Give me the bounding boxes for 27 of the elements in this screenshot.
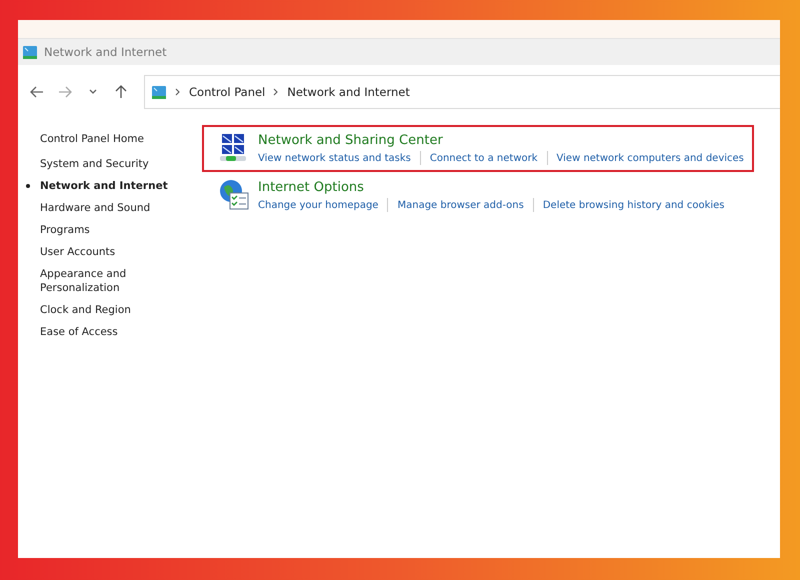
control-panel-icon: [22, 44, 38, 60]
sidebar-item[interactable]: System and Security: [40, 157, 175, 171]
sidebar-item[interactable]: User Accounts: [40, 245, 175, 259]
task-link[interactable]: Connect to a network: [430, 152, 538, 164]
selected-bullet-icon: [26, 184, 30, 188]
sidebar-item[interactable]: Clock and Region: [40, 303, 175, 317]
sidebar-link[interactable]: Control Panel Home: [40, 131, 186, 147]
category-title[interactable]: Network and Sharing Center: [258, 132, 744, 149]
globe-checklist-icon: [218, 179, 250, 211]
sidebar-item[interactable]: Ease of Access: [40, 325, 175, 339]
chevron-right-icon: [273, 88, 280, 96]
task-link[interactable]: View network status and tasks: [258, 152, 411, 164]
task-link[interactable]: Manage browser add-ons: [397, 200, 524, 210]
breadcrumb[interactable]: Network and Internet: [287, 85, 410, 99]
breadcrumb[interactable]: Control Panel: [189, 85, 266, 99]
window-title: Network and Internet: [44, 45, 167, 59]
sidebar-item[interactable]: Programs: [40, 223, 175, 237]
control-panel-icon: [151, 84, 167, 100]
sidebar-item[interactable]: Appearance and Personalization: [40, 267, 175, 295]
task-link[interactable]: Change your homepage: [258, 200, 378, 210]
task-link[interactable]: Delete browsing history and cookies: [542, 200, 724, 210]
chevron-right-icon: [175, 88, 181, 96]
task-link[interactable]: View network computers and devices: [556, 152, 744, 164]
category-title[interactable]: Internet Options: [258, 179, 724, 196]
sidebar-item[interactable]: Hardware and Sound: [40, 201, 175, 215]
address-bar[interactable]: Control Panel Network and Internet: [144, 75, 780, 109]
sidebar-item[interactable]: Network and Internet: [40, 179, 175, 193]
